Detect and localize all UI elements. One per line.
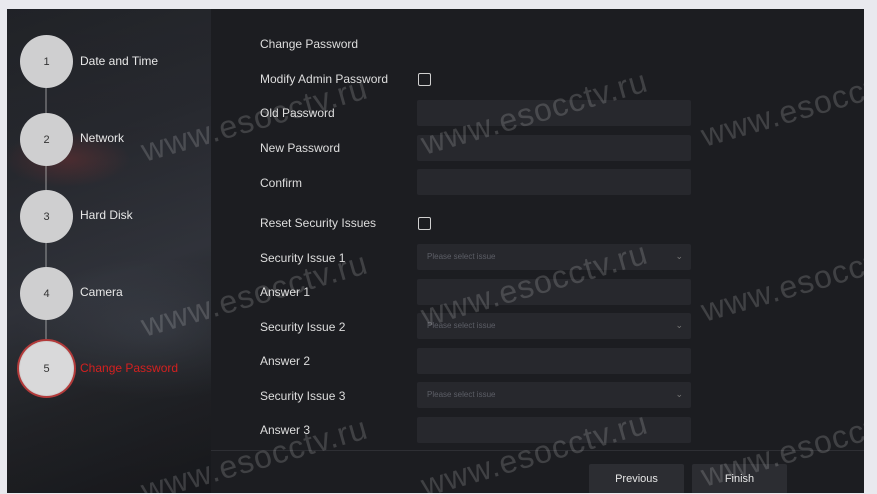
step-2-number: 2 bbox=[43, 133, 50, 146]
answer-1-input[interactable] bbox=[417, 279, 691, 305]
old-password-input[interactable] bbox=[417, 100, 691, 126]
modify-admin-password-label: Modify Admin Password bbox=[260, 72, 389, 86]
step-3-circle[interactable]: 3 bbox=[20, 190, 73, 243]
step-4-label[interactable]: Camera bbox=[80, 285, 123, 299]
security-issue-3-placeholder: Please select issue bbox=[427, 390, 496, 399]
step-1-circle[interactable]: 1 bbox=[20, 35, 73, 88]
security-issue-2-label: Security Issue 2 bbox=[260, 320, 346, 334]
security-issue-1-label: Security Issue 1 bbox=[260, 251, 346, 265]
answer-2-label: Answer 2 bbox=[260, 354, 311, 368]
step-5-number: 5 bbox=[43, 362, 50, 375]
step-2-circle[interactable]: 2 bbox=[20, 113, 73, 166]
security-issue-1-placeholder: Please select issue bbox=[427, 252, 496, 261]
step-2-label[interactable]: Network bbox=[80, 131, 124, 145]
new-password-label: New Password bbox=[260, 141, 341, 155]
wizard-sidebar: 1 Date and Time 2 Network 3 Hard Disk 4 … bbox=[7, 9, 211, 493]
answer-3-input[interactable] bbox=[417, 417, 691, 443]
old-password-label: Old Password bbox=[260, 106, 335, 120]
security-issue-2-placeholder: Please select issue bbox=[427, 321, 496, 330]
chevron-down-icon: ⌄ bbox=[675, 320, 683, 330]
step-4-number: 4 bbox=[43, 287, 50, 300]
footer-divider bbox=[211, 450, 864, 451]
confirm-password-input[interactable] bbox=[417, 169, 691, 195]
security-issue-3-select[interactable]: Please select issue ⌄ bbox=[417, 382, 691, 408]
step-4-circle[interactable]: 4 bbox=[20, 267, 73, 320]
answer-1-label: Answer 1 bbox=[260, 285, 311, 299]
step-5-label[interactable]: Change Password bbox=[80, 361, 178, 375]
new-password-input[interactable] bbox=[417, 135, 691, 161]
security-issue-2-select[interactable]: Please select issue ⌄ bbox=[417, 313, 691, 339]
finish-button[interactable]: Finish bbox=[692, 464, 787, 493]
security-issue-3-label: Security Issue 3 bbox=[260, 389, 346, 403]
step-3-number: 3 bbox=[43, 210, 50, 223]
security-issue-1-select[interactable]: Please select issue ⌄ bbox=[417, 244, 691, 270]
previous-button[interactable]: Previous bbox=[589, 464, 684, 493]
reset-security-issues-label: Reset Security Issues bbox=[260, 216, 377, 230]
reset-security-issues-checkbox[interactable] bbox=[418, 217, 431, 230]
answer-2-input[interactable] bbox=[417, 348, 691, 374]
confirm-password-label: Confirm bbox=[260, 176, 303, 190]
section-title: Change Password bbox=[260, 37, 359, 51]
setup-wizard-window: 1 Date and Time 2 Network 3 Hard Disk 4 … bbox=[7, 9, 864, 493]
modify-admin-password-checkbox[interactable] bbox=[418, 73, 431, 86]
change-password-panel: Change Password Modify Admin Password Ol… bbox=[211, 9, 864, 493]
step-1-number: 1 bbox=[43, 55, 50, 68]
chevron-down-icon: ⌄ bbox=[675, 389, 683, 399]
chevron-down-icon: ⌄ bbox=[675, 251, 683, 261]
step-5-circle[interactable]: 5 bbox=[20, 342, 73, 395]
answer-3-label: Answer 3 bbox=[260, 423, 311, 437]
step-3-label[interactable]: Hard Disk bbox=[80, 208, 133, 222]
step-1-label[interactable]: Date and Time bbox=[80, 54, 158, 68]
